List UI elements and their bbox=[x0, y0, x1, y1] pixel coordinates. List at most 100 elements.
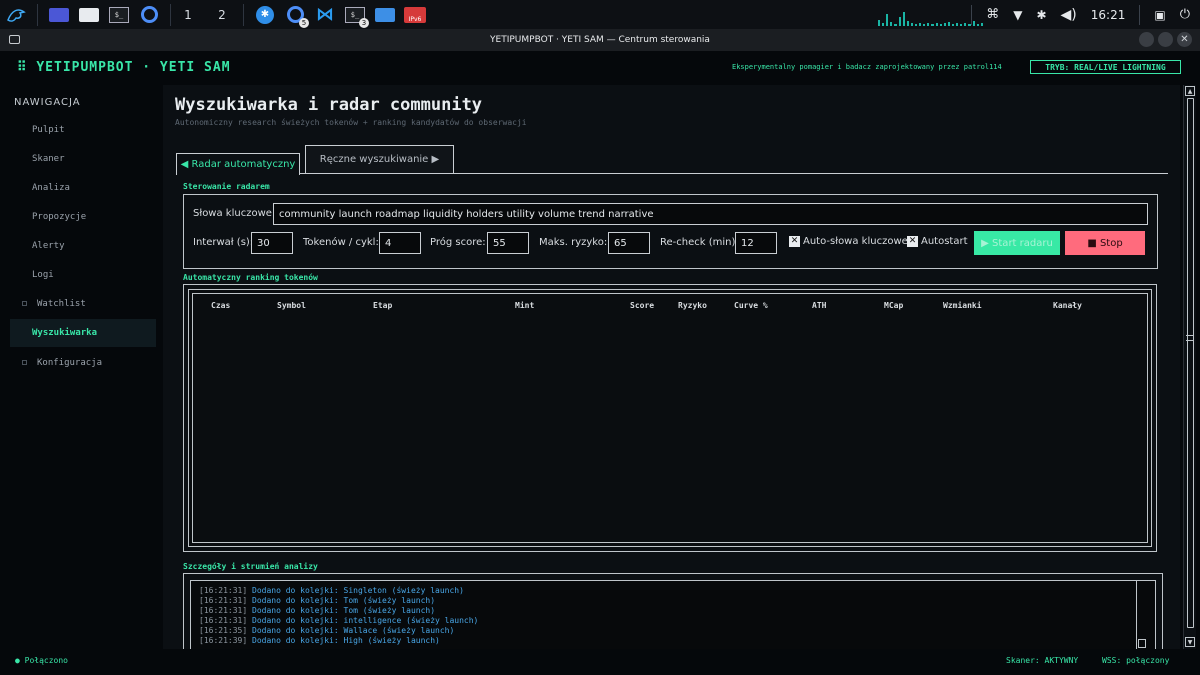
maximize-button[interactable] bbox=[1158, 32, 1173, 47]
col-curve[interactable]: Curve % bbox=[734, 301, 768, 310]
risk-label: Maks. ryzyko: bbox=[539, 237, 608, 248]
scroll-thumb[interactable] bbox=[1187, 98, 1194, 628]
tokens-input[interactable]: 4 bbox=[379, 232, 421, 254]
interval-input[interactable]: 30 bbox=[251, 232, 293, 254]
volume-icon[interactable]: ◀) bbox=[1061, 7, 1077, 23]
browser-icon[interactable] bbox=[137, 4, 161, 26]
recheck-input[interactable]: 12 bbox=[735, 232, 777, 254]
kali-menu-icon[interactable] bbox=[4, 4, 28, 26]
col-kanaly[interactable]: Kanały bbox=[1053, 301, 1082, 310]
stream-log[interactable]: [16:21:31] Dodano do kolejki: Singleton … bbox=[190, 580, 1156, 649]
terminal-2-icon[interactable]: $_ 3 bbox=[343, 4, 369, 28]
sidebar-item-propozycje[interactable]: Propozycje bbox=[10, 203, 156, 231]
log-line: [16:21:35] Dodano do kolejki: Wallace (ś… bbox=[199, 626, 455, 635]
auto-keywords-checkbox[interactable]: ✕ Auto-słowa kluczowe bbox=[789, 236, 908, 247]
radar-controls-group: Słowa kluczowe: community launch roadmap… bbox=[183, 194, 1158, 269]
col-score[interactable]: Score bbox=[630, 301, 654, 310]
keywords-input[interactable]: community launch roadmap liquidity holde… bbox=[273, 203, 1148, 225]
col-mint[interactable]: Mint bbox=[515, 301, 534, 310]
sidebar-item-logi[interactable]: Logi bbox=[10, 261, 156, 289]
lock-icon[interactable]: ▣ bbox=[1154, 8, 1165, 22]
bluetooth-app-icon[interactable]: ✱ bbox=[253, 4, 277, 26]
log-line: [16:21:31] Dodano do kolejki: Tom (śwież… bbox=[199, 596, 436, 605]
log-line: [16:21:31] Dodano do kolejki: Tom (śwież… bbox=[199, 606, 436, 615]
page-subtitle: Autonomiczny research świeżych tokenów +… bbox=[175, 118, 527, 127]
ranking-table-frame: Czas Symbol Etap Mint Score Ryzyko Curve… bbox=[192, 293, 1148, 543]
network-icon[interactable]: ▼ bbox=[1013, 8, 1022, 22]
stop-radar-button[interactable]: ■ Stop bbox=[1065, 231, 1145, 255]
sidebar-item-konfiguracja[interactable]: Konfiguracja bbox=[10, 349, 156, 377]
sidebar-item-analiza[interactable]: Analiza bbox=[10, 174, 156, 202]
status-bar: ● Połączono Skaner: AKTYWNY WSS: połączo… bbox=[0, 649, 1200, 675]
ranking-table[interactable]: Czas Symbol Etap Mint Score Ryzyko Curve… bbox=[188, 289, 1152, 547]
window-titlebar: YETIPUMPBOT · YETI SAM — Centrum sterowa… bbox=[0, 29, 1200, 51]
ranking-group: Czas Symbol Etap Mint Score Ryzyko Curve… bbox=[183, 284, 1157, 552]
log-line: [16:21:39] Dodano do kolejki: High (świe… bbox=[199, 636, 440, 645]
sidebar-item-wyszukiwarka[interactable]: Wyszukiwarka bbox=[10, 319, 156, 347]
autostart-checkbox[interactable]: ✕ Autostart bbox=[907, 236, 968, 247]
radar-section-label: Sterowanie radarem bbox=[183, 182, 270, 191]
col-ath[interactable]: ATH bbox=[812, 301, 826, 310]
vscode-icon[interactable]: ⋈ bbox=[313, 4, 337, 26]
clipboard-icon[interactable]: ⌘ bbox=[986, 7, 999, 22]
terminal-icon[interactable]: $_ bbox=[107, 4, 131, 26]
main-panel: Wyszukiwarka i radar community Autonomic… bbox=[163, 85, 1180, 649]
brand-title: ⠿ YETIPUMPBOT · YETI SAM bbox=[17, 60, 231, 75]
stream-scroll-thumb[interactable] bbox=[1138, 639, 1146, 648]
power-icon[interactable]: ⏻ bbox=[1180, 7, 1190, 22]
stream-scrollbar[interactable] bbox=[1136, 581, 1147, 649]
nav-title: NAWIGACJA bbox=[14, 97, 81, 108]
sidebar-item-alerty[interactable]: Alerty bbox=[10, 232, 156, 260]
window-title: YETIPUMPBOT · YETI SAM — Centrum sterowa… bbox=[490, 35, 710, 45]
bullet-icon bbox=[22, 360, 27, 365]
workspace-2[interactable]: 2 bbox=[211, 4, 233, 26]
minimize-button[interactable] bbox=[1139, 32, 1154, 47]
col-symbol[interactable]: Symbol bbox=[277, 301, 306, 310]
log-line: [16:21:31] Dodano do kolejki: intelligen… bbox=[199, 616, 479, 625]
folder-icon[interactable] bbox=[373, 4, 397, 26]
recheck-label: Re-check (min): bbox=[660, 237, 739, 248]
tab-radar-automatyczny[interactable]: ◀ Radar automatyczny bbox=[176, 153, 300, 175]
bluetooth-icon[interactable]: ✱ bbox=[1036, 8, 1046, 22]
sidebar-item-pulpit[interactable]: Pulpit bbox=[10, 116, 156, 144]
risk-input[interactable]: 65 bbox=[608, 232, 650, 254]
checkbox-checked-icon: ✕ bbox=[907, 236, 918, 247]
header-description: Eksperymentalny pomagier i badacz zaproj… bbox=[732, 63, 1002, 71]
scanner-status: Skaner: AKTYWNY bbox=[1006, 656, 1079, 665]
app-header: ⠿ YETIPUMPBOT · YETI SAM Eksperymentalny… bbox=[0, 51, 1200, 85]
window-menu-icon[interactable] bbox=[9, 35, 20, 44]
bullet-icon bbox=[22, 301, 27, 306]
scroll-up-icon[interactable]: ▲ bbox=[1185, 86, 1195, 96]
file-manager-icon[interactable] bbox=[77, 4, 101, 26]
col-ryzyko[interactable]: Ryzyko bbox=[678, 301, 707, 310]
log-line: [16:21:31] Dodano do kolejki: Singleton … bbox=[199, 586, 464, 595]
sidebar-item-skaner[interactable]: Skaner bbox=[10, 145, 156, 173]
wss-status: WSS: połączony bbox=[1102, 656, 1170, 665]
score-input[interactable]: 55 bbox=[487, 232, 529, 254]
chromium-icon[interactable]: 5 bbox=[283, 4, 309, 28]
connection-status: ● Połączono bbox=[15, 656, 68, 665]
workspace-1[interactable]: 1 bbox=[177, 4, 199, 26]
scroll-grip-icon bbox=[1186, 335, 1194, 341]
stream-group: [16:21:31] Dodano do kolejki: Singleton … bbox=[183, 573, 1163, 649]
ipv6-icon[interactable]: IPv6 bbox=[403, 4, 427, 26]
col-mcap[interactable]: MCap bbox=[884, 301, 903, 310]
col-etap[interactable]: Etap bbox=[373, 301, 392, 310]
col-czas[interactable]: Czas bbox=[211, 301, 230, 310]
scroll-down-icon[interactable]: ▼ bbox=[1185, 637, 1195, 647]
ranking-section-label: Automatyczny ranking tokenów bbox=[183, 273, 318, 282]
system-taskbar: $_ 1 2 ✱ 5 ⋈ $_ 3 IPv6 ⌘ ▼ ✱ ◀) 16:21 ▣ ⏻ bbox=[0, 0, 1200, 29]
start-radar-button[interactable]: ▶ Start radaru bbox=[974, 231, 1060, 255]
stream-section-label: Szczegóły i strumień analizy bbox=[183, 562, 318, 571]
sidebar-item-watchlist[interactable]: Watchlist bbox=[10, 290, 156, 318]
clock[interactable]: 16:21 bbox=[1091, 8, 1126, 22]
sidebar: NAWIGACJA Pulpit Skaner Analiza Propozyc… bbox=[0, 85, 160, 645]
app-window: ⠿ YETIPUMPBOT · YETI SAM Eksperymentalny… bbox=[0, 51, 1200, 675]
keywords-label: Słowa kluczowe: bbox=[193, 208, 276, 219]
tab-reczne-wyszukiwanie[interactable]: Ręczne wyszukiwanie ▶ bbox=[305, 145, 454, 173]
mode-badge: TRYB: REAL/LIVE LIGHTNING bbox=[1030, 60, 1181, 74]
desktop-icon[interactable] bbox=[47, 4, 71, 26]
close-button[interactable]: ✕ bbox=[1177, 32, 1192, 47]
col-wzmianki[interactable]: Wzmianki bbox=[943, 301, 982, 310]
main-scrollbar[interactable]: ▲ ▼ bbox=[1183, 85, 1196, 649]
